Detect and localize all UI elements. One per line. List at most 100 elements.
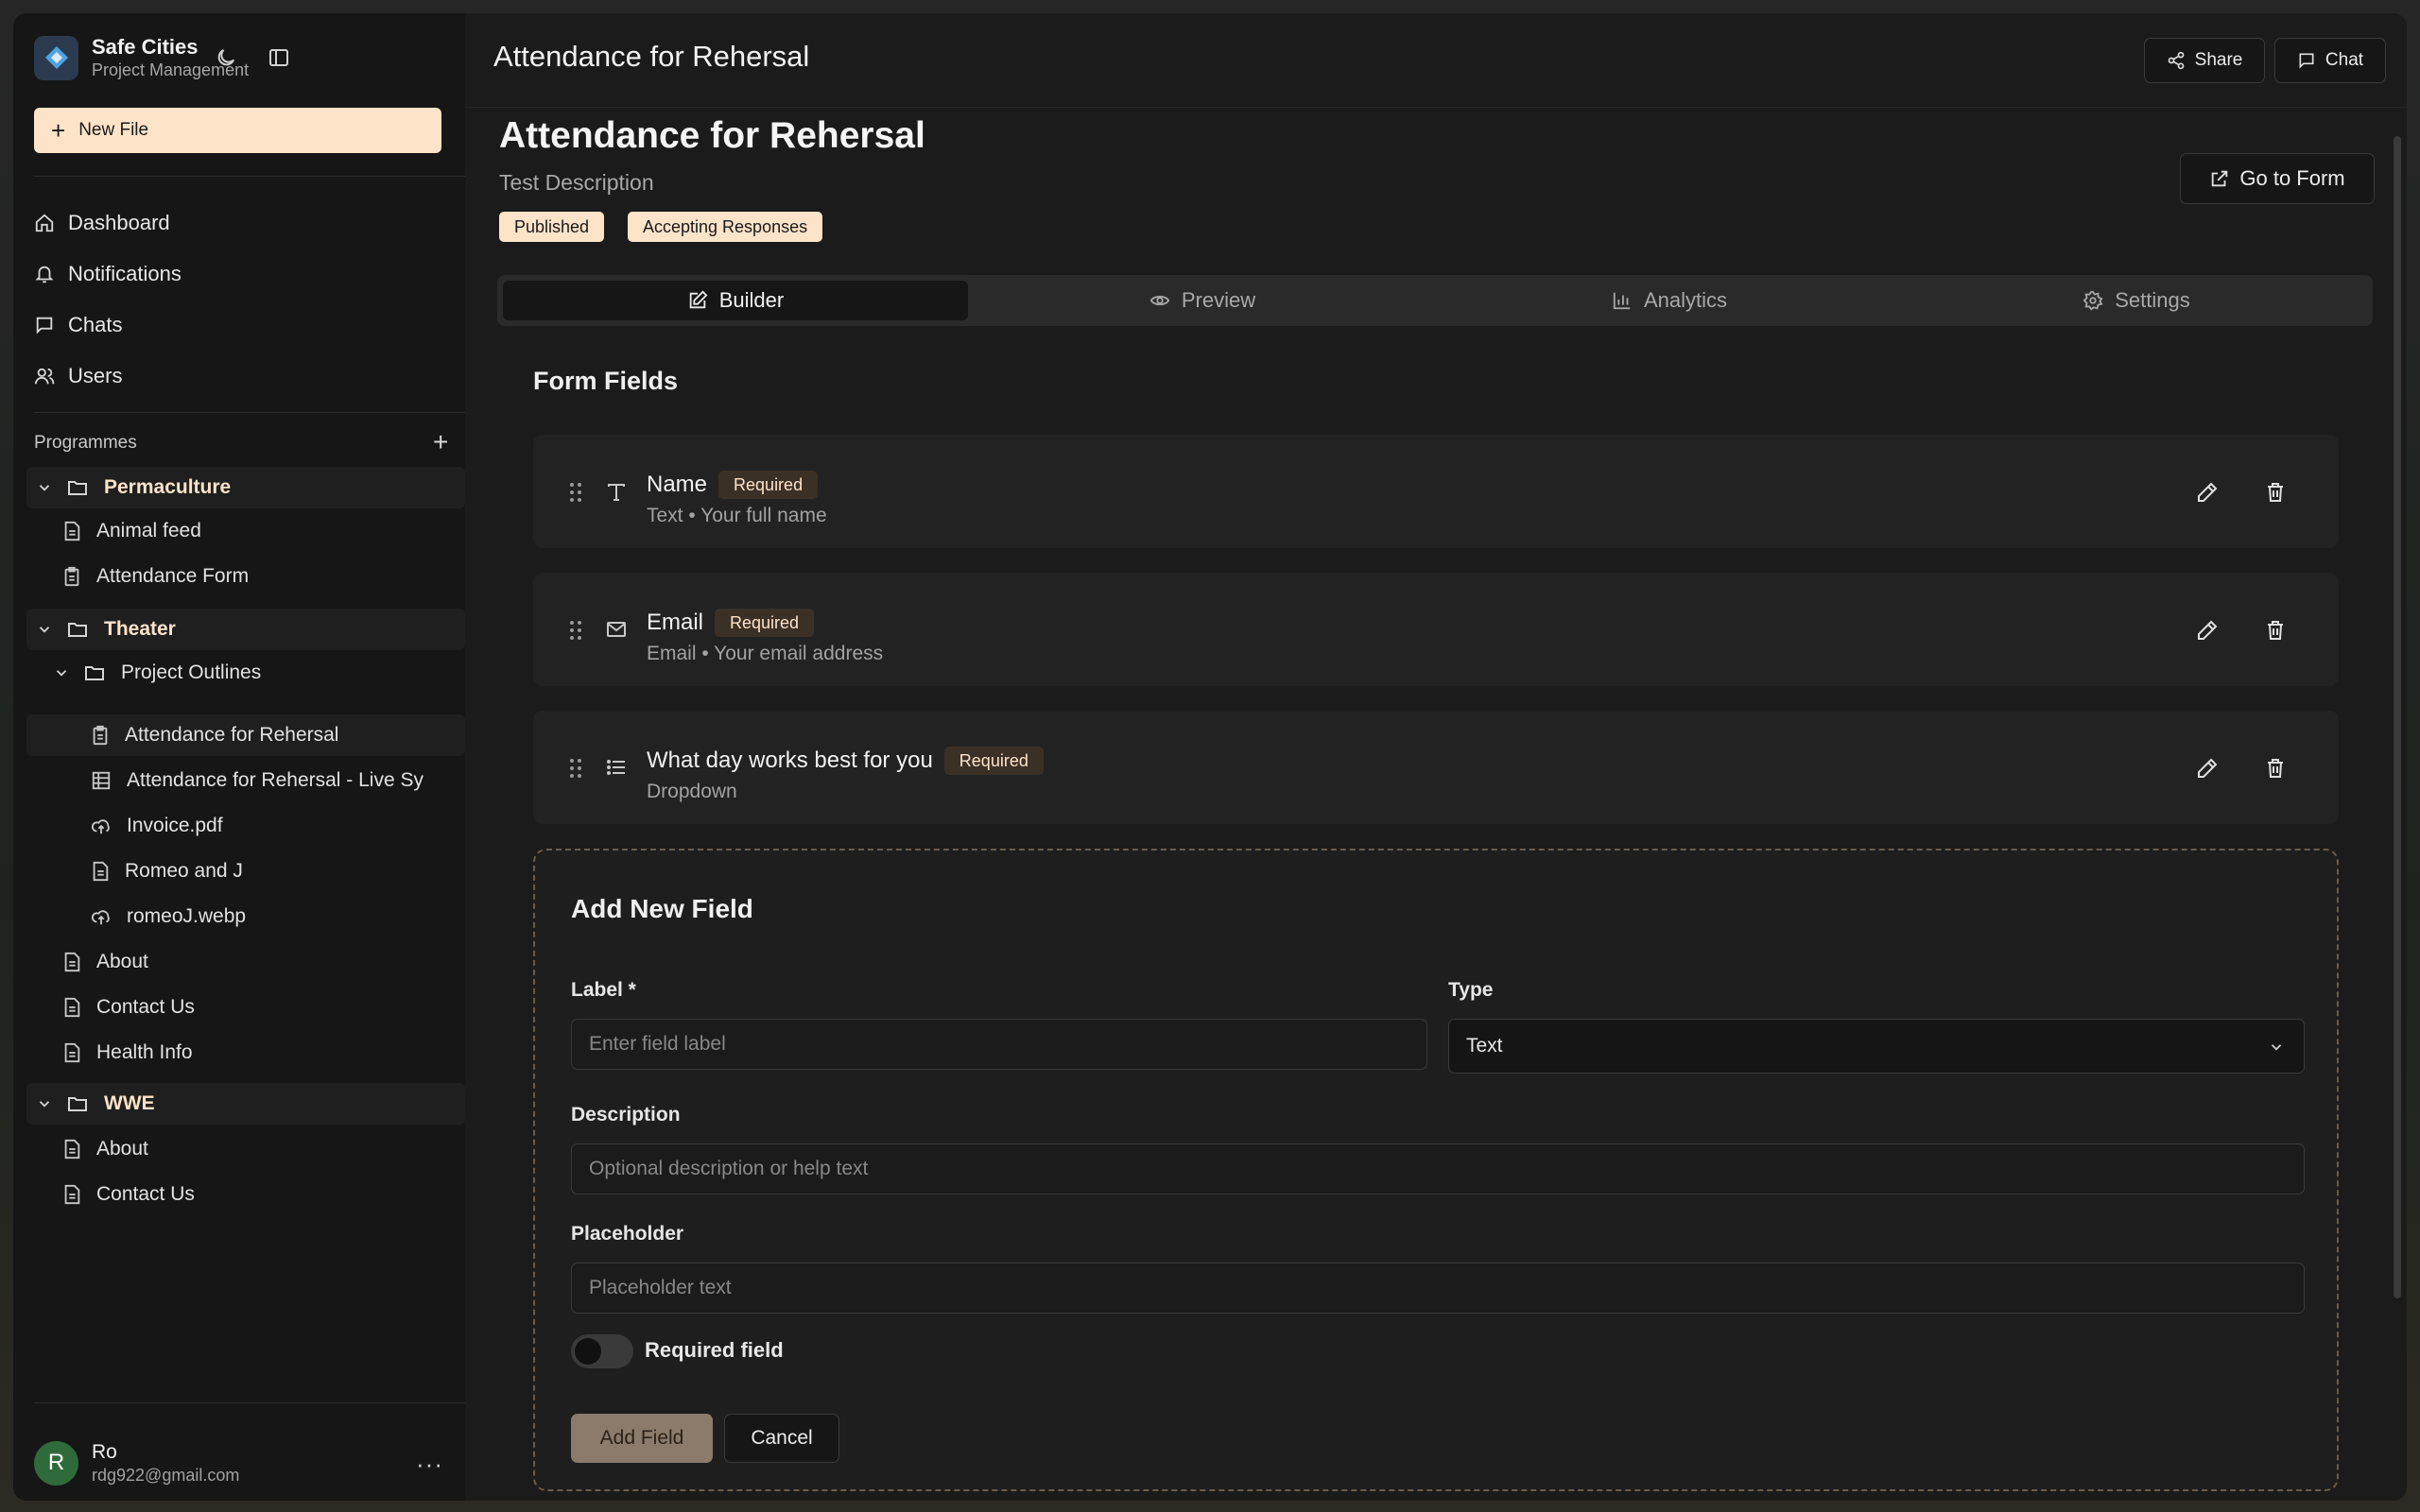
topbar-title: Attendance for Rehersal [493, 40, 810, 73]
chevron-down-icon [39, 627, 50, 633]
tab-builder[interactable]: Builder [503, 281, 968, 320]
share-button[interactable]: Share [2144, 38, 2265, 83]
tree-item-label: Attendance for Rehersal - Live Sy [127, 769, 424, 791]
bell-icon [35, 266, 54, 284]
placeholder-input[interactable] [571, 1263, 2305, 1314]
topbar: Attendance for Rehersal Share Chat [465, 13, 2407, 108]
app-window: Safe Cities Project Management + New Fil… [0, 0, 2420, 1512]
chevron-down-icon [39, 1101, 50, 1108]
field-card[interactable]: Name Required Text • Your full name [533, 435, 2339, 548]
required-toggle-label: Required field [645, 1338, 784, 1362]
tree-item[interactable]: Romeo and J [91, 850, 243, 892]
required-toggle[interactable] [571, 1334, 633, 1368]
tree-item[interactable]: About [62, 941, 148, 983]
page-description: Test Description [499, 170, 654, 195]
tree-item-label: About [96, 951, 148, 972]
field-meta: Dropdown [647, 781, 737, 802]
field-label: Email [647, 610, 704, 635]
nav-users-label: Users [68, 364, 123, 387]
clipboard-icon [93, 725, 108, 746]
tree-item[interactable]: Animal feed [62, 510, 201, 552]
nav-users[interactable]: Users [34, 357, 122, 395]
label-input[interactable] [571, 1019, 1427, 1070]
folder-label: WWE [104, 1092, 155, 1114]
tree-item[interactable]: Invoice.pdf [91, 805, 223, 847]
trash-icon[interactable] [2259, 476, 2291, 508]
new-file-label: New File [78, 120, 149, 140]
file-icon [64, 521, 80, 541]
chat-label: Chat [2325, 50, 2364, 70]
nav-dashboard[interactable]: Dashboard [34, 204, 170, 242]
tab-analytics-label: Analytics [1643, 288, 1728, 312]
folder-project-outlines[interactable]: Project Outlines [53, 652, 261, 694]
new-file-button[interactable]: + New File [34, 108, 441, 153]
folder-label: Permaculture [104, 476, 232, 498]
bar-chart-icon [1613, 292, 1631, 310]
programmes-label: Programmes [34, 433, 137, 453]
tree-item-active[interactable]: Attendance for Rehersal [26, 714, 465, 756]
chevron-down-icon [39, 485, 50, 491]
tree-item[interactable]: Attendance Form [62, 556, 249, 597]
file-icon [64, 1042, 80, 1063]
folder-permaculture[interactable]: Permaculture [26, 467, 465, 508]
scrollbar[interactable] [2394, 136, 2401, 1298]
chevron-down-icon [2271, 1044, 2282, 1051]
description-field-label: Description [571, 1104, 681, 1125]
field-card[interactable]: What day works best for you Required Dro… [533, 711, 2339, 824]
moon-icon[interactable] [210, 42, 242, 74]
pencil-icon[interactable] [2191, 752, 2223, 784]
required-badge: Required [943, 747, 1044, 775]
tab-analytics[interactable]: Analytics [1437, 281, 1902, 320]
description-input[interactable] [571, 1143, 2305, 1194]
more-options-icon[interactable]: ··· [416, 1450, 443, 1479]
type-field-label: Type [1448, 979, 1494, 1001]
status-badge-accepting: Accepting Responses [628, 212, 823, 242]
nav-notifications-label: Notifications [68, 262, 182, 285]
divider [34, 1402, 465, 1403]
folder-wwe[interactable]: WWE [26, 1083, 465, 1125]
tree-item[interactable]: Health Info [62, 1032, 193, 1074]
folder-theater[interactable]: Theater [26, 609, 465, 650]
tree-item-label: Contact Us [96, 996, 195, 1018]
tree-item[interactable]: About [62, 1128, 148, 1170]
trash-icon[interactable] [2259, 614, 2291, 646]
trash-icon[interactable] [2259, 752, 2291, 784]
field-meta: Text • Your full name [647, 505, 827, 526]
user-email: rdg922@gmail.com [92, 1466, 240, 1485]
tab-bar: Builder Preview Analytics Settings [497, 275, 2373, 326]
required-badge: Required [715, 609, 815, 637]
nav-chats[interactable]: Chats [34, 306, 122, 344]
tree-item-label: About [96, 1138, 148, 1160]
sidebar-toggle-icon[interactable] [263, 42, 295, 74]
user-name: Ro [92, 1441, 117, 1463]
add-programme-button[interactable]: + [433, 429, 448, 455]
main-panel: Attendance for Rehersal Share Chat Atten… [465, 13, 2407, 1501]
tree-item-label: romeoJ.webp [127, 905, 247, 927]
field-label: Name [647, 472, 708, 497]
field-card[interactable]: Email Required Email • Your email addres… [533, 573, 2339, 686]
required-badge: Required [718, 471, 819, 499]
pencil-icon[interactable] [2191, 476, 2223, 508]
tab-preview[interactable]: Preview [970, 281, 1435, 320]
tree-item[interactable]: Attendance for Rehersal - Live Sy [91, 760, 465, 801]
file-icon [64, 1184, 80, 1205]
pencil-icon[interactable] [2191, 614, 2223, 646]
status-badge-published: Published [499, 212, 605, 242]
add-field-button[interactable]: Add Field [571, 1414, 713, 1463]
divider [34, 412, 465, 413]
tab-settings-label: Settings [2115, 288, 2190, 312]
user-profile[interactable]: R Ro rdg922@gmail.com [34, 1440, 239, 1486]
chat-button[interactable]: Chat [2274, 38, 2386, 83]
tree-item-label: Attendance for Rehersal [125, 724, 339, 746]
go-to-form-button[interactable]: Go to Form [2180, 153, 2375, 204]
tree-item[interactable]: Contact Us [62, 987, 195, 1028]
tree-item-label: Invoice.pdf [127, 815, 223, 836]
tree-item[interactable]: Contact Us [62, 1174, 195, 1215]
type-select[interactable]: Text [1448, 1019, 2305, 1074]
cancel-button[interactable]: Cancel [724, 1414, 839, 1463]
nav-notifications[interactable]: Notifications [34, 255, 182, 293]
folder-icon [68, 1097, 87, 1111]
tree-item[interactable]: romeoJ.webp [91, 896, 246, 937]
tab-settings[interactable]: Settings [1904, 281, 2369, 320]
field-label: What day works best for you [647, 747, 933, 773]
